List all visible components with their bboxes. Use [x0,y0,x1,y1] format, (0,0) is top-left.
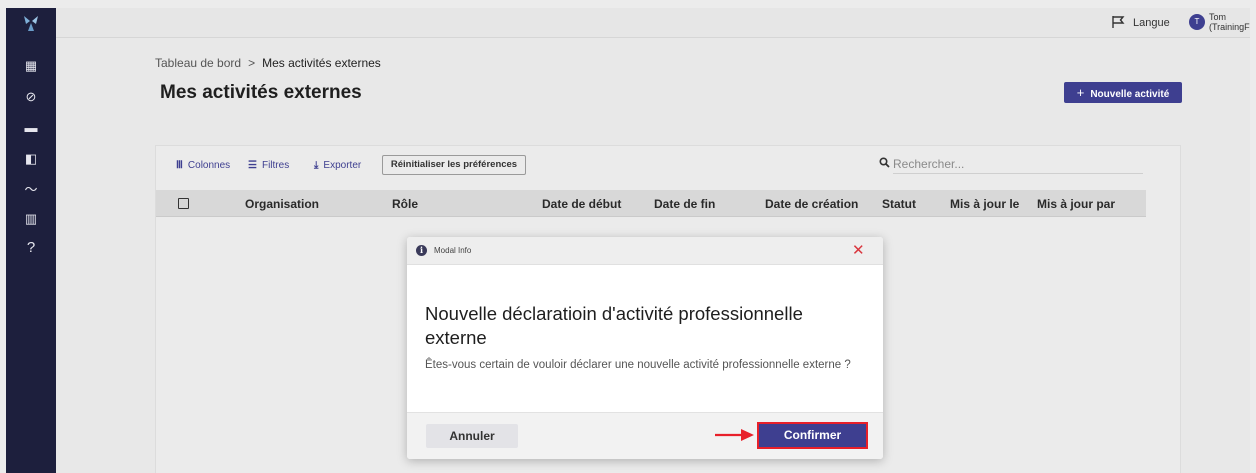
arrow-right-icon [715,429,754,441]
app-window: ▦ ⊘ ▬ ◧ 〜 ▥ ? Langue T Tom (TrainingFren… [6,8,1250,473]
avatar[interactable]: T [1189,14,1205,30]
breadcrumb-separator: > [248,56,256,70]
user-org: (TrainingFrench) [1209,22,1250,32]
dialog-header-title: Modal Info [434,246,472,255]
dialog-message: Êtes-vous certain de vouloir déclarer un… [425,359,851,371]
filter-icon: ☰ [248,160,257,171]
building-icon[interactable]: ▥ [19,208,43,230]
download-icon: ⤓ [314,160,319,171]
cancel-button[interactable]: Annuler [426,424,518,448]
chat-icon[interactable]: ▬ [19,117,43,139]
info-icon: i [416,245,427,256]
page-title: Mes activités externes [160,82,362,103]
dialog-header: i Modal Info ✕ [407,237,883,265]
confirm-dialog: i Modal Info ✕ Nouvelle déclaratioin d'a… [407,237,883,459]
sidebar: ▦ ⊘ ▬ ◧ 〜 ▥ ? [6,8,56,473]
columns-icon: Ⅲ [176,160,183,171]
export-button[interactable]: ⤓ Exporter [314,160,361,171]
trend-icon[interactable]: 〜 [19,179,43,201]
flag-icon[interactable] [1111,15,1125,29]
search-input[interactable] [893,154,1143,174]
close-icon[interactable]: ✕ [852,243,865,259]
column-header-role[interactable]: Rôle [392,197,418,211]
new-activity-label: Nouvelle activité [1090,89,1170,100]
export-label: Exporter [323,160,362,171]
select-all-checkbox[interactable] [178,198,189,209]
breadcrumb: Tableau de bord > Mes activités externes [155,56,381,70]
search-icon [879,157,890,171]
confirm-button[interactable]: Confirmer [757,422,868,449]
user-name: Tom [1209,12,1227,22]
language-selector[interactable]: Langue [1133,17,1170,29]
new-activity-button[interactable]: + Nouvelle activité [1064,82,1182,103]
help-icon[interactable]: ? [19,237,43,259]
dialog-footer: Annuler Confirmer [407,412,883,459]
user-menu[interactable]: Tom (TrainingFrench) [1209,12,1250,32]
filters-label: Filtres [261,160,290,171]
breadcrumb-current: Mes activités externes [262,56,381,70]
columns-button[interactable]: Ⅲ Colonnes [176,160,230,171]
check-circle-icon[interactable]: ⊘ [19,86,43,108]
plus-icon: + [1076,85,1085,100]
column-header-creation-date[interactable]: Date de création [765,197,858,211]
column-header-end-date[interactable]: Date de fin [654,197,715,211]
column-header-status[interactable]: Statut [882,197,916,211]
logo-icon[interactable] [19,12,43,36]
column-header-start-date[interactable]: Date de début [542,197,621,211]
documents-icon[interactable]: ◧ [19,148,43,170]
breadcrumb-root-link[interactable]: Tableau de bord [155,56,241,70]
dashboard-icon[interactable]: ▦ [19,55,43,77]
table-header: Organisation Rôle Date de début Date de … [156,190,1146,217]
column-header-organisation[interactable]: Organisation [245,197,319,211]
dialog-title: Nouvelle déclaratioin d'activité profess… [425,303,803,348]
top-bar [56,8,1250,38]
column-header-updated-on[interactable]: Mis à jour le [950,197,1019,211]
columns-label: Colonnes [187,160,231,171]
column-header-updated-by[interactable]: Mis à jour par [1037,197,1115,211]
reset-preferences-button[interactable]: Réinitialiser les préférences [382,155,526,175]
filters-button[interactable]: ☰ Filtres [248,160,289,171]
